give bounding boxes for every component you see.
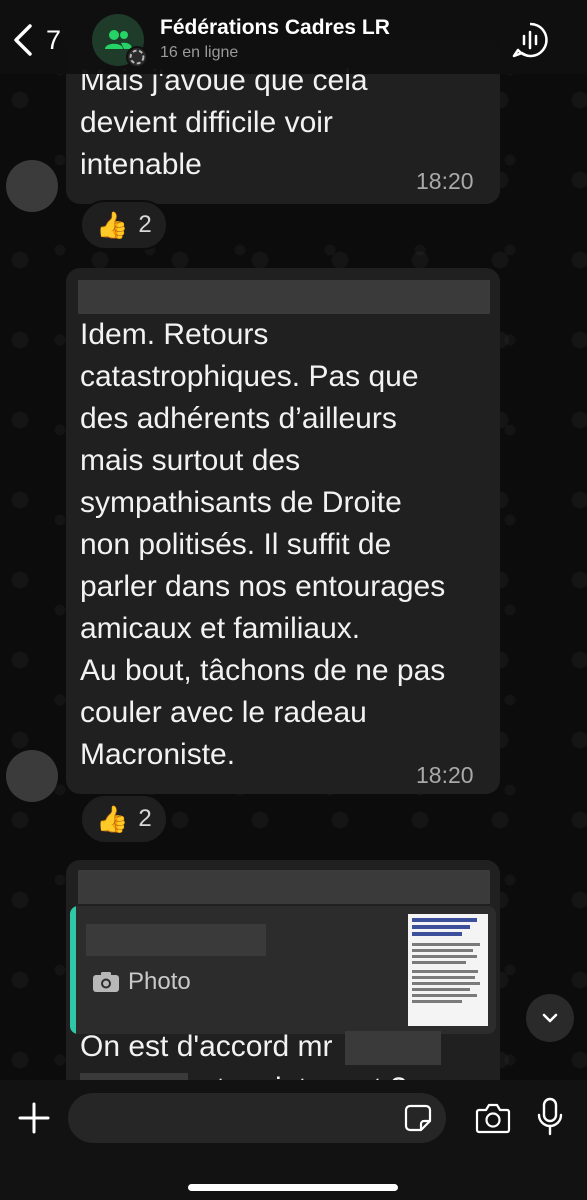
scroll-down-button[interactable] (526, 994, 574, 1042)
message-time: 18:20 (416, 762, 474, 788)
quote-type-label: Photo (92, 968, 191, 996)
quote-label-text: Photo (128, 968, 191, 995)
group-title[interactable]: Fédérations Cadres LR (160, 16, 390, 40)
online-count: 16 en ligne (160, 44, 239, 61)
redacted-sender-name (78, 280, 490, 314)
redacted-name (344, 1031, 441, 1066)
group-avatar[interactable] (92, 14, 148, 68)
chevron-left-icon (14, 24, 32, 56)
chat-header: 7 Fédérations Cadres LR 16 en ligne (0, 0, 587, 74)
message-bubble[interactable]: Photo On est d'accord mr et maintenant ? (66, 860, 500, 1108)
sender-avatar[interactable] (6, 160, 58, 212)
message-text: Idem. Retours catastrophiques. Pas que d… (80, 318, 446, 771)
thumbs-up-icon: 👍 (96, 804, 129, 834)
message-time: 18:20 (416, 168, 474, 194)
message-input[interactable] (68, 1093, 446, 1143)
microphone-icon[interactable] (536, 1097, 564, 1137)
home-indicator (188, 1184, 398, 1191)
plus-icon[interactable] (16, 1100, 52, 1136)
camera-icon (93, 972, 119, 992)
back-button[interactable]: 7 (10, 20, 72, 60)
sender-avatar[interactable] (6, 750, 58, 802)
thumbs-up-icon: 👍 (96, 210, 129, 240)
chevron-down-icon (542, 1013, 558, 1023)
reaction-count: 2 (138, 805, 152, 832)
quote-accent-bar (70, 906, 76, 1034)
message-composer (0, 1080, 587, 1200)
redacted-sender-name (78, 870, 490, 904)
quoted-reply[interactable]: Photo (70, 906, 496, 1034)
redacted-quoted-author (86, 924, 266, 956)
community-badge-icon (126, 46, 148, 68)
photo-thumbnail (408, 914, 488, 1026)
message-bubble[interactable]: Idem. Retours catastrophiques. Pas que d… (66, 268, 500, 794)
reaction-pill[interactable]: 👍 2 (80, 794, 168, 844)
unread-count: 7 (46, 24, 62, 55)
reaction-count: 2 (138, 211, 152, 238)
sticker-icon[interactable] (404, 1104, 432, 1132)
reaction-pill[interactable]: 👍 2 (80, 200, 168, 250)
voice-chat-icon[interactable] (510, 20, 550, 60)
camera-icon[interactable] (475, 1102, 511, 1134)
message-text-start: On est d'accord mr (80, 1030, 333, 1063)
message-text: On est d'accord mr (80, 1026, 500, 1068)
